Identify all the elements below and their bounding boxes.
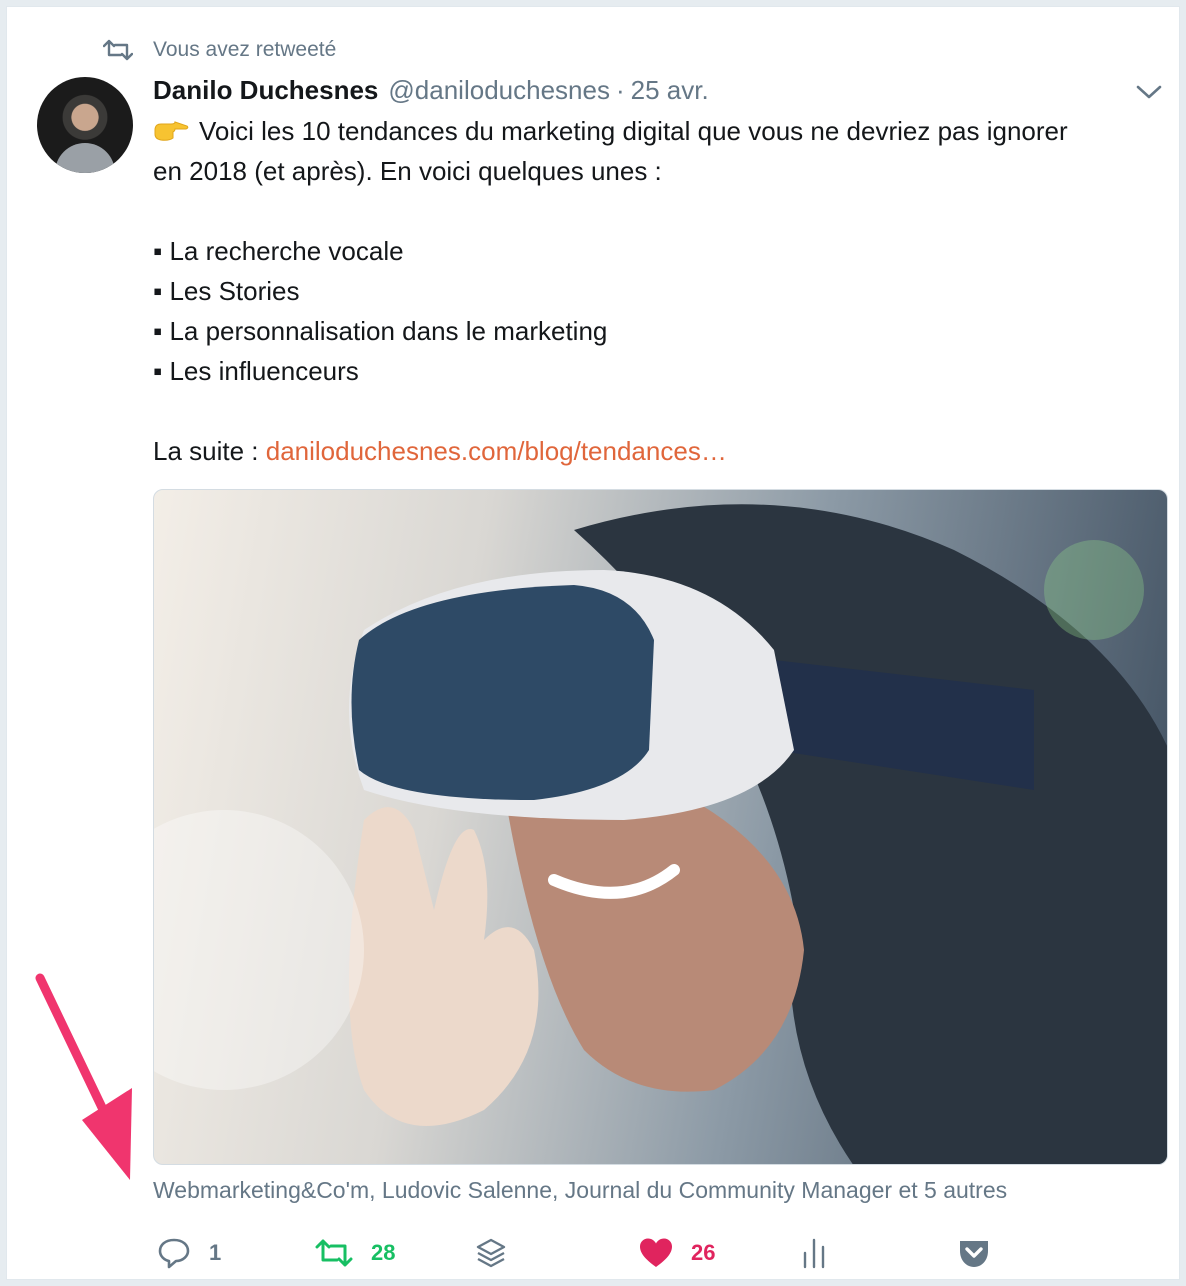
tweet-card[interactable]: Vous avez retweeté Danilo Duchesnes @dan…: [6, 6, 1180, 1280]
bullet-item: ▪ La personnalisation dans le marketing: [153, 316, 608, 346]
layers-icon: [476, 1238, 506, 1268]
retweet-count: 28: [371, 1240, 396, 1265]
tweet-line-2: en 2018 (et après). En voici quelques un…: [153, 156, 662, 186]
retweet-context: Vous avez retweeté: [103, 35, 336, 65]
avatar[interactable]: [37, 77, 133, 173]
pointing-hand-emoji: [154, 121, 189, 141]
tweet-text: Voici les 10 tendances du marketing digi…: [153, 111, 1153, 471]
retweet-icon: [315, 1239, 353, 1267]
analytics-icon: [803, 1238, 825, 1269]
retweet-context-label: Vous avez retweeté: [153, 38, 337, 61]
separator-dot: ·: [615, 75, 625, 105]
pocket-icon: [960, 1241, 988, 1267]
like-count: 26: [691, 1240, 716, 1265]
reply-count: 1: [209, 1240, 222, 1265]
tagged-users[interactable]: Webmarketing&Co'm, Ludovic Salenne, Jour…: [153, 1177, 1007, 1204]
tweet-actions: 1 28 26: [153, 1229, 1173, 1277]
tweet-line-1: Voici les 10 tendances du marketing digi…: [199, 116, 1068, 146]
annotation-arrow: [35, 973, 132, 1180]
pocket-button[interactable]: [957, 1229, 991, 1277]
analytics-button[interactable]: [801, 1229, 827, 1277]
author-handle[interactable]: @daniloduchesnes: [388, 75, 610, 106]
retweet-button[interactable]: 28: [315, 1229, 395, 1277]
reply-icon: [158, 1238, 190, 1269]
caret-down-icon[interactable]: [1135, 83, 1163, 101]
author-name[interactable]: Danilo Duchesnes: [153, 75, 378, 106]
suite-label: La suite :: [153, 436, 266, 466]
bullet-item: ▪ Les influenceurs: [153, 356, 359, 386]
bullet-item: ▪ Les Stories: [153, 276, 300, 306]
tweet-photo[interactable]: [153, 489, 1168, 1165]
tweet-header: Danilo Duchesnes @daniloduchesnes · 25 a…: [153, 75, 709, 107]
layers-button[interactable]: [475, 1229, 507, 1277]
retweet-icon: [103, 39, 133, 61]
article-link[interactable]: daniloduchesnes.com/blog/tendances…: [266, 436, 727, 466]
reply-button[interactable]: 1: [157, 1229, 221, 1277]
tweet-date[interactable]: 25 avr.: [631, 75, 709, 106]
like-button[interactable]: 26: [639, 1229, 715, 1277]
heart-icon: [640, 1238, 672, 1267]
bullet-item: ▪ La recherche vocale: [153, 236, 404, 266]
